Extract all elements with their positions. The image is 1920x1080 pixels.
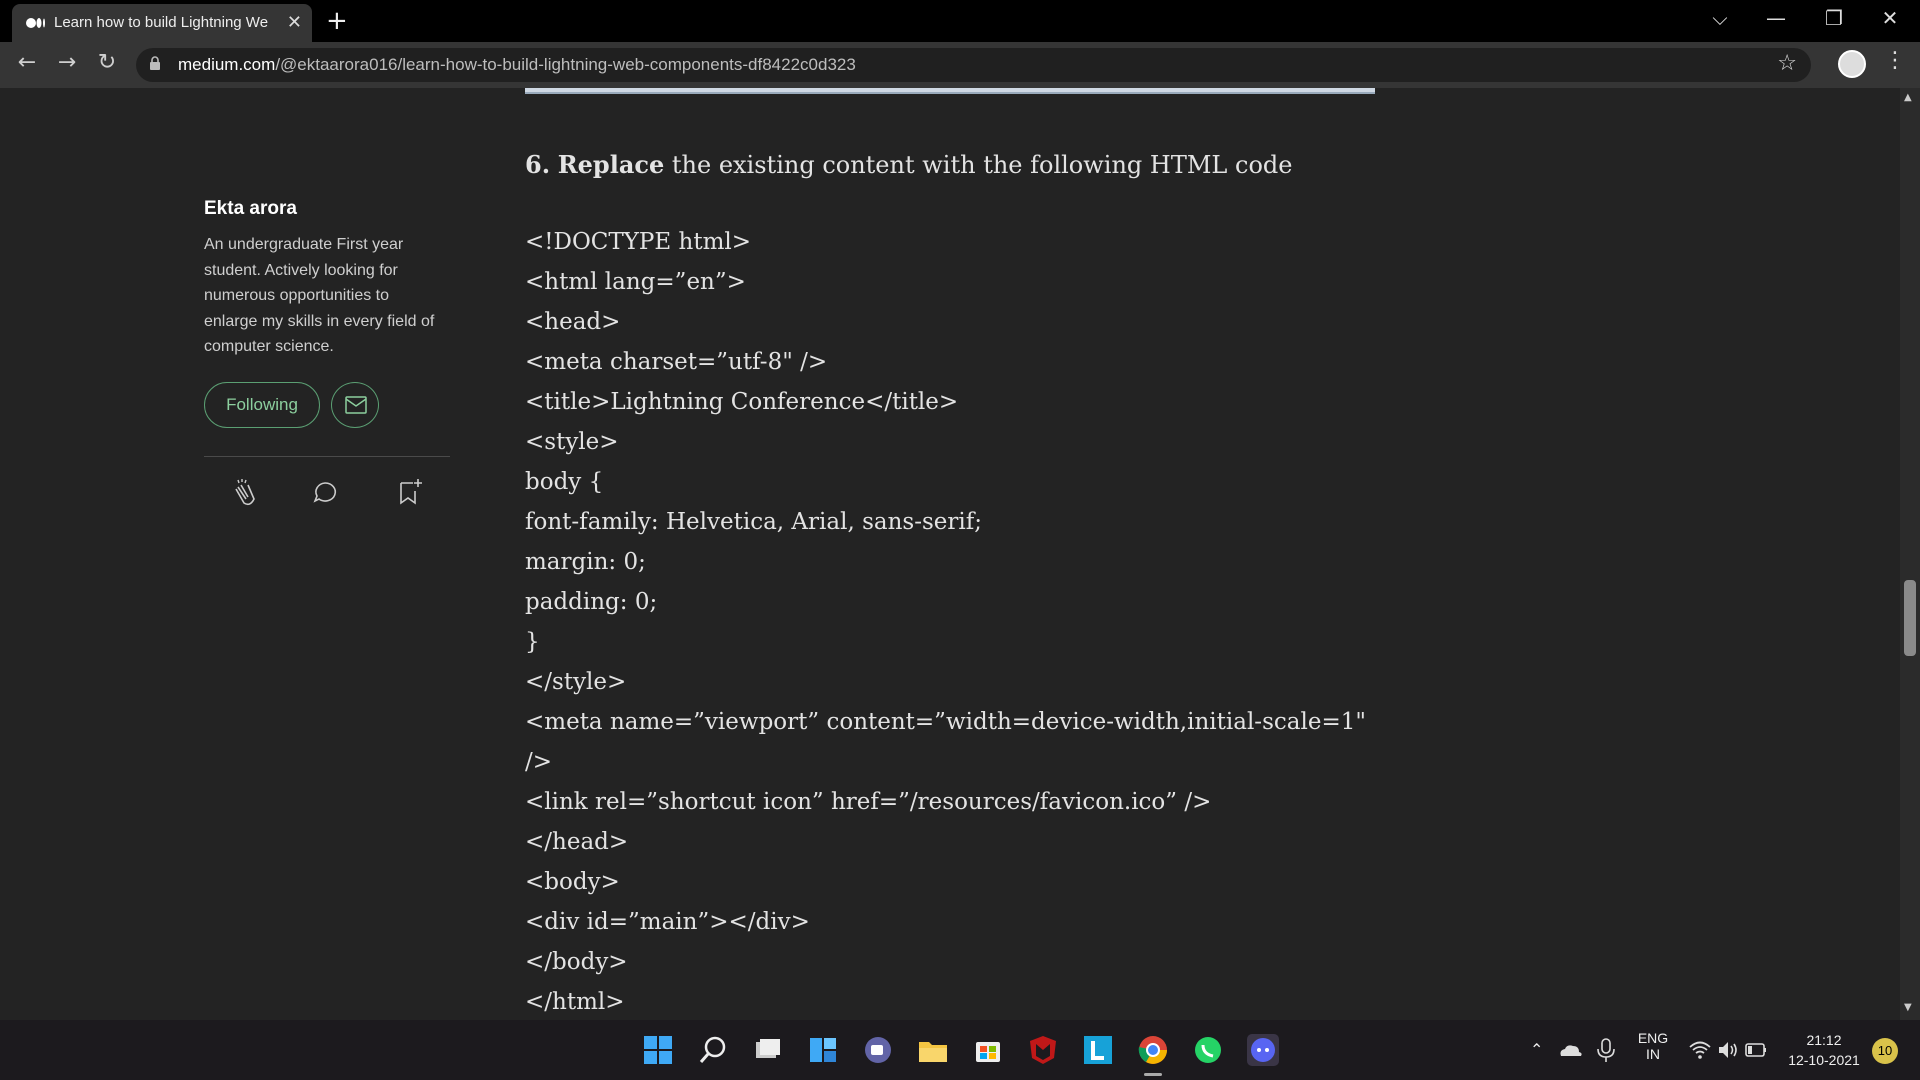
bookmark-star-icon[interactable]: ☆ [1777,51,1797,76]
browser-menu-icon[interactable]: ⋮ [1884,48,1906,73]
code-line: <meta name=”viewport” content=”width=dev… [525,709,1366,735]
author-actions: Following [204,381,452,432]
step-verb: Replace [557,150,665,179]
code-line: <div id=”main”></div> [525,909,810,935]
battery-icon[interactable] [1744,1038,1768,1062]
page-content: Ekta arora An undergraduate First year s… [0,88,1900,1020]
volume-icon[interactable] [1716,1038,1740,1062]
step-number: 6. [525,150,551,179]
browser-title-bar: Learn how to build Lightning We ✕ + ⌵ — … [0,0,1920,42]
minimize-button[interactable]: — [1756,6,1796,30]
search-icon[interactable] [695,1032,731,1068]
windows-taskbar: ⌃ ENG IN 21:12 12-10-2021 10 [0,1020,1920,1080]
task-view-icon[interactable] [750,1032,786,1068]
new-tab-button[interactable]: + [326,6,348,36]
code-line: <meta charset=”utf-8" /> [525,349,828,375]
page-scrollbar[interactable]: ▲ ▼ [1900,88,1920,1020]
mail-subscribe-icon [345,395,367,414]
article-body: 6. Replace the existing content with the… [525,148,1385,1020]
clock-date: 12-10-2021 [1788,1052,1860,1068]
scroll-up-arrow-icon[interactable]: ▲ [1904,92,1912,103]
following-button[interactable]: Following [204,381,320,428]
author-bio: An undergraduate First year student. Act… [204,236,435,355]
tray-overflow-icon[interactable]: ⌃ [1530,1040,1543,1060]
discord-icon[interactable] [1245,1032,1281,1068]
url-path: /@ektaarora016/learn-how-to-build-lightn… [275,55,856,74]
code-line: </style> [525,669,627,695]
clock-time: 21:12 [1806,1032,1842,1048]
bookmark-add-icon[interactable] [392,475,426,509]
medium-favicon-icon [26,18,45,28]
code-line: <link rel=”shortcut icon” href=”/resourc… [525,789,1212,815]
browser-toolbar: ← → ↻ medium.com/@ektaarora016/learn-how… [0,42,1920,88]
step-heading: 6. Replace the existing content with the… [525,148,1385,182]
whatsapp-icon[interactable] [1190,1032,1226,1068]
lang-code: ENG [1637,1030,1669,1046]
code-line: body { [525,469,604,495]
file-explorer-icon[interactable] [915,1032,951,1068]
lock-icon [150,56,160,70]
code-line: <body> [525,869,620,895]
url-host: medium.com [178,55,276,74]
step-rest: the existing content with the following … [664,151,1293,179]
mcafee-icon[interactable] [1025,1032,1061,1068]
profile-avatar[interactable] [1838,50,1866,78]
code-line: </head> [525,829,629,855]
forward-button[interactable]: → [52,50,82,75]
onedrive-icon[interactable] [1556,1036,1584,1064]
l-app-icon[interactable] [1080,1032,1116,1068]
code-line: <html lang=”en”> [525,269,746,295]
code-line: </html> [525,989,625,1015]
browser-tab[interactable]: Learn how to build Lightning We ✕ [12,4,312,42]
scroll-thumb[interactable] [1904,580,1916,656]
code-block: <!DOCTYPE html> <html lang=”en”> <head> … [525,222,1385,1020]
tab-title: Learn how to build Lightning We [54,14,269,31]
comment-icon[interactable] [308,475,342,509]
language-indicator[interactable]: ENG IN [1628,1030,1678,1062]
url-text: medium.com/@ektaarora016/learn-how-to-bu… [178,55,856,75]
chrome-active-indicator [1144,1073,1162,1076]
clock[interactable]: 21:12 12-10-2021 [1782,1030,1866,1070]
notification-count-badge[interactable]: 10 [1872,1038,1898,1064]
scroll-down-arrow-icon[interactable]: ▼ [1904,1002,1912,1013]
tab-close-icon[interactable]: ✕ [287,12,302,33]
code-line: padding: 0; [525,589,658,615]
close-window-button[interactable]: ✕ [1870,6,1910,30]
teams-chat-icon[interactable] [860,1032,896,1068]
code-line: <style> [525,429,619,455]
code-line: </body> [525,949,628,975]
sidebar-divider [204,455,450,457]
wifi-icon[interactable] [1688,1038,1712,1062]
code-line: <title>Lightning Conference</title> [525,389,959,415]
code-line: margin: 0; [525,549,646,575]
code-line: } [525,629,540,655]
tab-search-icon[interactable]: ⌵ [1700,6,1740,30]
article-image-bottom-edge [525,88,1375,94]
microphone-icon[interactable] [1594,1036,1618,1064]
microsoft-store-icon[interactable] [970,1032,1006,1068]
windows-start-icon[interactable] [640,1032,676,1068]
address-bar[interactable]: medium.com/@ektaarora016/learn-how-to-bu… [136,48,1811,82]
clap-icon[interactable] [226,475,260,509]
code-line: /> [525,749,553,775]
code-line: <!DOCTYPE html> [525,229,752,255]
widgets-icon[interactable] [805,1032,841,1068]
sidebar-icon-row [204,475,452,535]
region-code: IN [1646,1046,1660,1062]
reload-button[interactable]: ↻ [92,50,122,75]
code-line: font-family: Helvetica, Arial, sans-seri… [525,509,983,535]
restore-button[interactable]: ❐ [1814,6,1854,30]
author-sidebar: Ekta arora An undergraduate First year s… [204,198,452,535]
back-button[interactable]: ← [12,50,42,75]
chrome-icon[interactable] [1135,1032,1171,1068]
subscribe-button[interactable] [331,381,379,428]
author-name[interactable]: Ekta arora [204,198,452,220]
code-line: <head> [525,309,621,335]
